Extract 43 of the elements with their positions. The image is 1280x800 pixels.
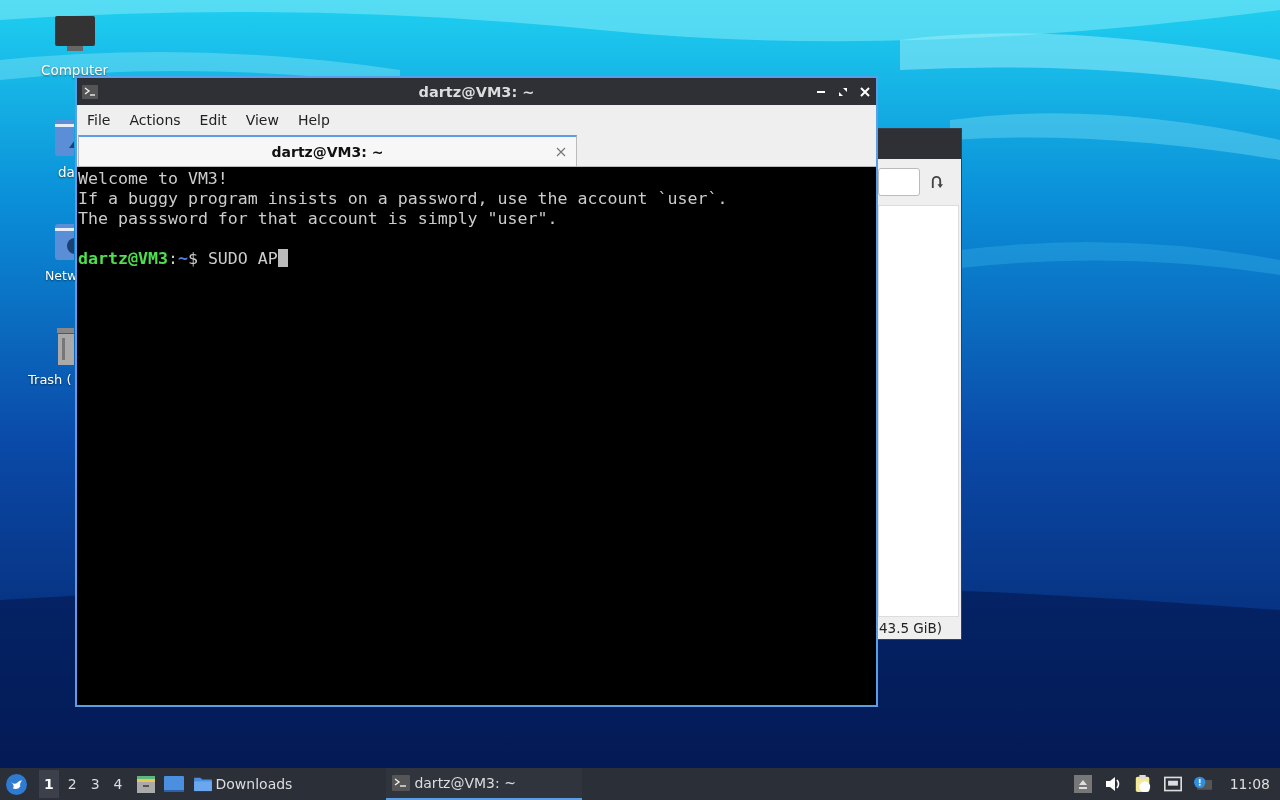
- terminal-output-line: The passsword for that account is simply "user".: [78, 209, 559, 229]
- workspace-button[interactable]: 1: [39, 770, 59, 798]
- file-cabinet-icon[interactable]: [135, 774, 156, 794]
- text-cursor: [277, 249, 288, 267]
- clock[interactable]: 11:08: [1229, 776, 1270, 792]
- workspace-button[interactable]: 3: [85, 770, 105, 798]
- menu-item[interactable]: Actions: [129, 109, 188, 130]
- terminal-output-line: Welcome to VM3!: [78, 169, 229, 189]
- monitor-icon[interactable]: [53, 14, 97, 54]
- taskbar-window-button[interactable]: dartz@VM3: ~: [386, 768, 583, 800]
- taskbar-window-button[interactable]: Downloads: [187, 768, 299, 800]
- workspace-button[interactable]: 4: [108, 770, 128, 798]
- window-title: dartz@VM3: ~: [417, 83, 536, 100]
- alert-icon[interactable]: [1193, 775, 1212, 793]
- menu-item[interactable]: File: [87, 109, 118, 130]
- reload-icon[interactable]: [930, 174, 943, 190]
- trash-icon[interactable]: [57, 326, 74, 366]
- path-field[interactable]: [878, 168, 920, 196]
- close-button[interactable]: [859, 85, 871, 98]
- icon-label: Computer: [41, 62, 109, 78]
- terminal-icon: [392, 775, 411, 791]
- network-folder-icon[interactable]: [53, 222, 74, 262]
- status-text: 43.5 GiB): [878, 619, 944, 638]
- terminal-output-line: If a buggy program insists on a password, use the account `user`.: [78, 189, 729, 209]
- terminal-tab[interactable]: dartz@VM3: ~: [78, 135, 577, 166]
- eject-icon[interactable]: [1073, 775, 1092, 793]
- clipboard-icon[interactable]: [1133, 775, 1152, 793]
- bird-logo-icon[interactable]: [6, 773, 27, 795]
- volume-icon[interactable]: [1103, 775, 1122, 793]
- desktop-icon[interactable]: [163, 774, 184, 794]
- home-folder-icon[interactable]: [53, 118, 74, 158]
- icon-label: da: [58, 164, 75, 180]
- close-tab-icon[interactable]: [556, 146, 566, 157]
- menu-item[interactable]: Help: [297, 109, 337, 130]
- menu-item[interactable]: Edit: [199, 109, 234, 130]
- terminal-icon: [82, 84, 98, 99]
- folder-icon: [193, 776, 212, 792]
- command-prompt-line: dartz@VM3:~$ SUDO AP: [78, 249, 875, 269]
- icon-label: Trash (: [28, 372, 72, 387]
- menu-item[interactable]: View: [245, 109, 286, 130]
- network-port-icon[interactable]: [1163, 775, 1182, 793]
- maximize-button[interactable]: [837, 85, 849, 98]
- workspace-button[interactable]: 2: [62, 770, 82, 798]
